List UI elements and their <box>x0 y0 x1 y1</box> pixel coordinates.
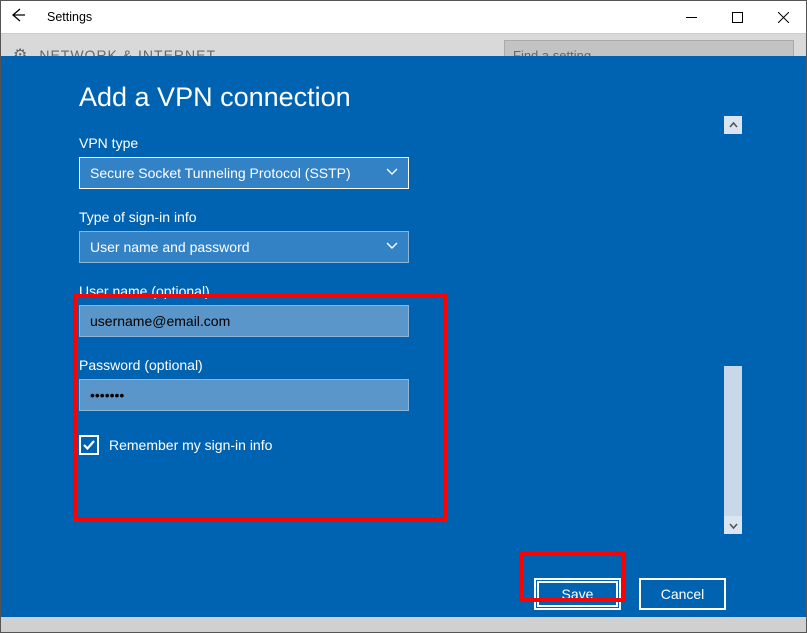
vpn-type-value: Secure Socket Tunneling Protocol (SSTP) <box>90 165 351 181</box>
remember-checkbox[interactable] <box>79 435 99 455</box>
scroll-up-arrow[interactable] <box>724 116 742 134</box>
signin-type-value: User name and password <box>90 239 250 255</box>
password-label: Password (optional) <box>79 357 806 373</box>
minimize-button[interactable] <box>668 1 714 34</box>
footer-bar <box>1 617 806 632</box>
scroll-track[interactable] <box>724 134 742 516</box>
maximize-button[interactable] <box>714 1 760 34</box>
remember-checkbox-row[interactable]: Remember my sign-in info <box>79 435 806 455</box>
chevron-down-icon <box>386 165 398 181</box>
vpn-type-select[interactable]: Secure Socket Tunneling Protocol (SSTP) <box>79 157 409 189</box>
username-input[interactable] <box>79 305 409 337</box>
vpn-dialog: Add a VPN connection VPN type Secure Soc… <box>1 56 806 632</box>
scroll-thumb[interactable] <box>724 366 742 516</box>
remember-label: Remember my sign-in info <box>109 437 272 453</box>
back-button[interactable] <box>1 7 35 28</box>
cancel-button[interactable]: Cancel <box>639 578 726 610</box>
save-button[interactable]: Save <box>534 578 621 610</box>
title-bar: Settings <box>1 1 806 34</box>
signin-type-label: Type of sign-in info <box>79 209 806 225</box>
password-input[interactable] <box>79 379 409 411</box>
dialog-title: Add a VPN connection <box>79 82 806 113</box>
scrollbar[interactable] <box>724 116 742 534</box>
close-button[interactable] <box>760 1 806 34</box>
signin-type-select[interactable]: User name and password <box>79 231 409 263</box>
check-icon <box>82 438 96 452</box>
username-label: User name (optional) <box>79 283 806 299</box>
vpn-type-label: VPN type <box>79 135 806 151</box>
window-title: Settings <box>47 10 92 24</box>
scroll-down-arrow[interactable] <box>724 516 742 534</box>
chevron-down-icon <box>386 239 398 255</box>
